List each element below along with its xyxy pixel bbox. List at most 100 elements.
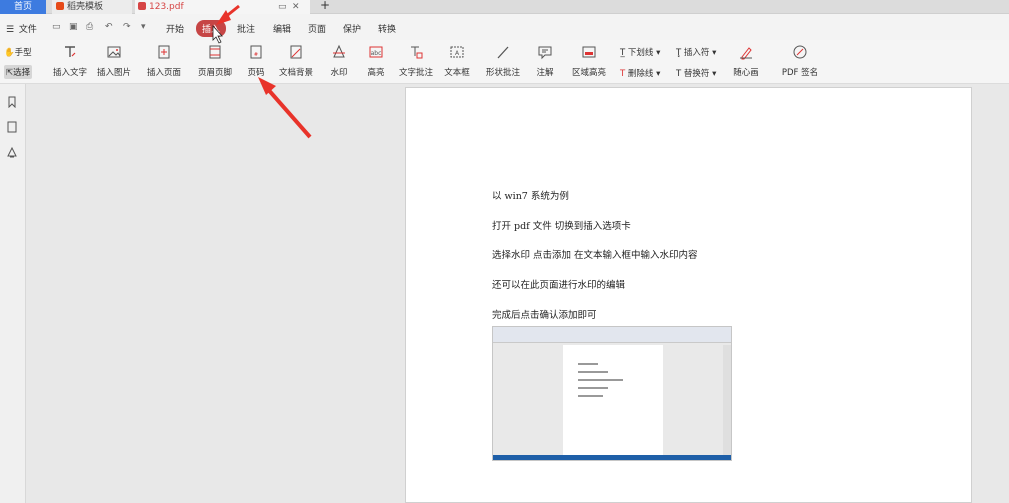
docer-logo-icon (56, 2, 64, 10)
note-icon (538, 46, 552, 60)
highlight-label: 高亮 (367, 68, 385, 78)
doc-line-5: 完成后点击确认添加即可 (492, 310, 597, 321)
tab-close-icon[interactable]: ✕ (292, 0, 300, 14)
header-footer-icon (209, 45, 221, 59)
text-box-label: 文本框 (444, 68, 470, 78)
doc-background-label: 文档背景 (278, 68, 313, 78)
tab-pdf[interactable]: 123.pdf ▭ ✕ (135, 0, 310, 14)
tab-start[interactable]: 开始 (166, 22, 184, 35)
pen-label: 随心画 (733, 68, 759, 78)
attachment-icon[interactable] (6, 146, 18, 158)
pdf-file-icon (138, 2, 146, 10)
save-icon[interactable]: ▣ (69, 22, 78, 32)
document-page: 以 win7 系统为例 打开 pdf 文件 切换到插入选项卡 选择水印 点击添加… (405, 87, 972, 503)
underline-button[interactable]: T̲ 下划线 ▾ (620, 46, 660, 58)
insert-text-icon (65, 46, 76, 57)
image-icon (107, 46, 121, 58)
note-label: 注解 (536, 68, 554, 78)
shape-comment-button[interactable]: 形状批注 (481, 44, 525, 78)
area-highlight-label: 区域高亮 (571, 68, 606, 78)
strikethrough-icon: T (620, 69, 626, 79)
text-box-button[interactable]: A 文本框 (444, 44, 470, 78)
shape-comment-label: 形状批注 (485, 68, 520, 78)
watermark-icon (333, 44, 345, 58)
doc-background-button[interactable]: 文档背景 (275, 44, 317, 78)
text-comment-label: 文字批注 (398, 68, 433, 78)
tab-bar: 首页 稻壳模板 123.pdf ▭ ✕ + (0, 0, 1009, 14)
svg-text:abc: abc (371, 50, 382, 57)
menu-bar: ☰ 文件 ▭ ▣ ⎙ ↶ ↷ ▾ 开始 插入 批注 编辑 页面 保护 转换 (0, 14, 1009, 40)
page-number-icon: # (250, 45, 262, 59)
insert-image-button[interactable]: 插入图片 (96, 44, 132, 78)
pen-icon (740, 47, 752, 60)
insert-image-label: 插入图片 (96, 68, 131, 78)
area-highlight-icon (582, 46, 596, 58)
pen-button[interactable]: 随心画 (728, 44, 764, 78)
new-tab-button[interactable]: + (320, 0, 330, 12)
select-tool-label: 选择 (13, 68, 31, 78)
insert-page-icon (158, 45, 170, 59)
pdf-sign-button[interactable]: PDF 签名 (778, 44, 822, 78)
header-footer-label: 页眉页脚 (197, 68, 232, 78)
redo-icon[interactable]: ↷ (123, 22, 131, 32)
doc-line-2: 打开 pdf 文件 切换到插入选项卡 (492, 221, 631, 232)
strikethrough-button[interactable]: T 删除线 ▾ (620, 67, 660, 79)
insert-page-label: 插入页面 (146, 68, 181, 78)
note-button[interactable]: 注解 (532, 44, 558, 78)
file-menu[interactable]: ☰ 文件 (6, 22, 37, 35)
hand-icon: ✋ (4, 48, 15, 58)
line-shape-icon (497, 46, 509, 59)
pdf-sign-label: PDF 签名 (781, 68, 819, 78)
replace-symbol-button[interactable]: T 替换符 ▾ (676, 67, 716, 79)
text-comment-button[interactable]: 文字批注 (398, 44, 434, 78)
open-icon[interactable]: ▭ (52, 22, 61, 32)
tab-comment[interactable]: 批注 (237, 22, 255, 35)
strikethrough-label: 删除线 (627, 69, 654, 79)
insert-symbol-button[interactable]: T͓ 插入符 ▾ (676, 46, 716, 58)
print-icon[interactable]: ⎙ (86, 22, 93, 32)
tab-insert[interactable]: 插入 (196, 20, 227, 37)
doc-line-1: 以 win7 系统为例 (492, 191, 569, 202)
insert-symbol-label: 插入符 (683, 48, 710, 58)
tab-pdf-label: 123.pdf (149, 2, 184, 12)
file-menu-label: 文件 (18, 25, 37, 35)
insert-symbol-icon: T͓ (676, 48, 682, 58)
tab-edit[interactable]: 编辑 (273, 22, 291, 35)
tab-protect[interactable]: 保护 (343, 22, 361, 35)
signature-icon (793, 45, 807, 59)
svg-text:#: # (254, 52, 258, 58)
tab-home[interactable]: 首页 (0, 0, 46, 14)
insert-text-button[interactable]: 插入文字 (52, 44, 88, 78)
undo-icon[interactable]: ↶ (105, 22, 113, 32)
embedded-screenshot-image (492, 326, 732, 461)
hand-tool[interactable]: ✋手型 (4, 46, 32, 58)
insert-ribbon: ✋手型 ⇱选择 插入文字 插入图片 插入页面 页眉页脚 # 页码 文档背景 水印… (0, 40, 1009, 84)
thumbnail-icon[interactable] (6, 121, 18, 133)
replace-symbol-label: 替换符 (683, 69, 710, 79)
text-box-icon: A (450, 46, 464, 58)
doc-background-icon (290, 45, 302, 59)
select-tool[interactable]: ⇱选择 (4, 65, 33, 79)
tab-template[interactable]: 稻壳模板 (52, 0, 132, 14)
hamburger-icon: ☰ (6, 25, 15, 35)
tab-restore-icon[interactable]: ▭ (278, 0, 287, 14)
watermark-button[interactable]: 水印 (326, 44, 352, 78)
underline-label: 下划线 (627, 48, 654, 58)
svg-text:A: A (455, 50, 460, 57)
insert-page-button[interactable]: 插入页面 (144, 44, 184, 78)
area-highlight-button[interactable]: 区域高亮 (569, 44, 609, 78)
quick-access-more-icon[interactable]: ▾ (141, 22, 146, 32)
page-number-label: 页码 (247, 68, 265, 78)
highlight-button[interactable]: abc 高亮 (364, 44, 388, 78)
tab-convert[interactable]: 转换 (378, 22, 396, 35)
left-sidebar (0, 84, 26, 503)
replace-symbol-icon: T (676, 69, 682, 79)
hand-tool-label: 手型 (14, 48, 32, 58)
tab-page[interactable]: 页面 (308, 22, 326, 35)
header-footer-button[interactable]: 页眉页脚 (194, 44, 236, 78)
page-number-button[interactable]: # 页码 (245, 44, 267, 78)
arrow-to-page-number (258, 77, 312, 139)
highlight-icon: abc (369, 46, 383, 58)
bookmark-icon[interactable] (6, 96, 18, 108)
doc-line-4: 还可以在此页面进行水印的编辑 (492, 280, 626, 291)
